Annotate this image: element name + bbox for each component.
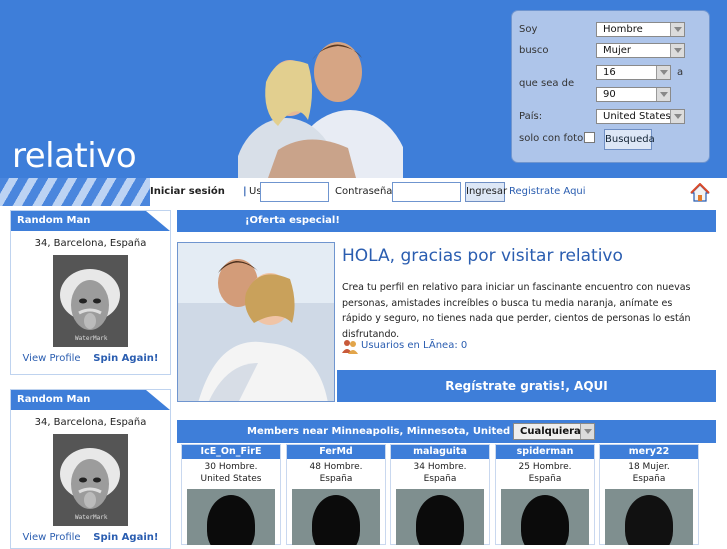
age-from-select[interactable]: 16 [596,65,671,80]
svg-text:WaterMark: WaterMark [75,514,108,521]
members-filter-select[interactable]: Cualquiera [513,423,595,440]
member-photo[interactable] [396,489,484,545]
pais-select[interactable]: United States [596,109,685,124]
busco-label: busco [519,45,549,56]
chevron-down-icon [670,44,684,57]
random-man-links: View Profile Spin Again! [11,532,170,543]
welcome-text: Crea tu perfil en relativo para iniciar … [342,282,691,340]
ingresar-button[interactable]: Ingresar [465,182,507,202]
users-icon [342,338,358,354]
member-name[interactable]: spiderman [496,445,594,459]
member-age: 25 Hombre. [518,462,572,472]
member-location: España [528,474,562,484]
member-card[interactable]: mery22 18 Mujer. España [599,444,699,545]
soy-select[interactable]: Hombre [596,22,685,37]
member-age: 34 Hombre. [413,462,467,472]
member-location: España [319,474,353,484]
couple-photo [238,30,403,178]
random-man-photo[interactable]: WaterMark [53,255,128,347]
member-info: 25 Hombre. España [496,461,594,485]
view-profile-link[interactable]: View Profile [23,532,81,543]
busco-select[interactable]: Mujer [596,43,685,58]
members-title: Members near Minneapolis, Minnesota, Uni… [247,426,550,437]
online-users[interactable]: Usuarios en LÃnea: 0 [342,338,468,354]
username-input[interactable] [260,182,329,202]
age-to-select[interactable]: 90 [596,87,671,102]
spin-again-link[interactable]: Spin Again! [93,532,158,543]
pais-value: United States [603,111,671,122]
member-age: 30 Hombre. [204,462,258,472]
member-photo[interactable] [605,489,693,545]
login-title: Iniciar sesión [150,186,225,197]
home-icon[interactable] [690,182,710,203]
welcome-title: HOLA, gracias por visitar relativo [342,246,623,266]
chevron-down-icon [580,424,594,439]
member-name[interactable]: mery22 [600,445,698,459]
member-location: España [423,474,457,484]
member-card[interactable]: IcE_On_FirE 30 Hombre. United States [181,444,281,545]
members-header: Members near Minneapolis, Minnesota, Uni… [177,420,716,443]
member-card[interactable]: spiderman 25 Hombre. España [495,444,595,545]
soy-value: Hombre [603,24,643,35]
member-location: España [632,474,666,484]
member-location: United States [200,474,262,484]
busqueda-button[interactable]: Busqueda [604,129,655,150]
pais-label: País: [519,111,543,122]
member-photo[interactable] [501,489,589,545]
member-name[interactable]: FerMd [287,445,385,459]
soy-label: Soy [519,24,538,35]
random-man-title: Random Man [11,390,170,410]
age-to-value: 90 [603,89,616,100]
member-info: 18 Mujer. España [600,461,698,485]
online-label: Usuarios en LÃnea: [361,340,458,351]
random-man-box: Random Man 34, Barcelona, España WaterMa… [10,210,171,375]
pass-label: Contraseña: [335,186,396,197]
login-bar: Iniciar sesión | Usuario: Contraseña: In… [0,178,727,206]
member-age: 18 Mujer. [628,462,670,472]
random-man-box: Random Man 34, Barcelona, España WaterMa… [10,389,171,549]
site-logo[interactable]: relativo [12,136,137,176]
filter-value: Cualquiera [520,426,581,437]
hug-photo [177,242,335,402]
register-link[interactable]: Registrate Aqui [509,186,586,197]
member-name[interactable]: malaguita [391,445,489,459]
chevron-down-icon [656,66,670,79]
member-age: 48 Hombre. [309,462,363,472]
member-photo[interactable] [187,489,275,545]
offer-header: ¡Oferta especial! [177,210,716,232]
age-label: que sea de [519,78,575,89]
foto-checkbox[interactable] [584,132,595,143]
busco-value: Mujer [603,45,632,56]
decorative-stripes [0,178,150,206]
foto-label: solo con foto [519,133,584,144]
member-info: 48 Hombre. España [287,461,385,485]
login-separator: | [243,186,247,197]
member-name[interactable]: IcE_On_FirE [182,445,280,459]
member-info: 34 Hombre. España [391,461,489,485]
password-input[interactable] [392,182,461,202]
member-card[interactable]: FerMd 48 Hombre. España [286,444,386,545]
chevron-down-icon [670,110,684,123]
view-profile-link[interactable]: View Profile [23,353,81,364]
member-photo[interactable] [292,489,380,545]
member-card[interactable]: malaguita 34 Hombre. España [390,444,490,545]
chevron-down-icon [656,88,670,101]
chevron-down-icon [670,23,684,36]
random-man-location: 34, Barcelona, España [34,417,147,428]
member-info: 30 Hombre. United States [182,461,280,485]
random-man-links: View Profile Spin Again! [11,353,170,364]
random-man-location: 34, Barcelona, España [34,238,147,249]
age-from-value: 16 [603,67,616,78]
random-man-photo[interactable]: WaterMark [53,434,128,526]
random-man-title: Random Man [11,211,170,231]
age-separator: a [677,67,684,78]
online-count: 0 [460,340,468,351]
register-bar[interactable]: Regístrate gratis!, AQUI [337,370,716,402]
svg-text:WaterMark: WaterMark [75,335,108,342]
spin-again-link[interactable]: Spin Again! [93,353,158,364]
